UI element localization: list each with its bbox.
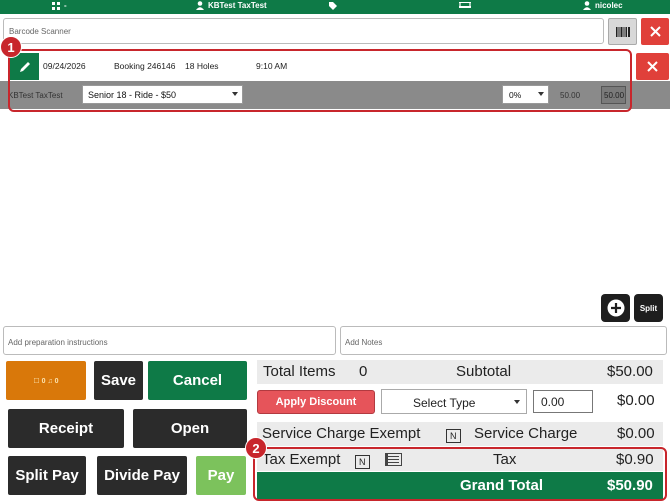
pay-button[interactable]: Pay (196, 456, 246, 495)
split-pay-button[interactable]: Split Pay (8, 456, 86, 495)
discount-amount: $0.00 (617, 392, 655, 409)
summary-row-service: Service Charge Exempt N Service Charge $… (257, 422, 663, 446)
close-icon (647, 61, 658, 72)
annotation-outline-2 (253, 447, 667, 501)
barcode-button[interactable] (608, 18, 637, 45)
close-icon (649, 26, 661, 37)
topbar-title-text: KBTest TaxTest (208, 1, 267, 10)
open-button[interactable]: Open (133, 409, 247, 448)
plus-circle-icon (607, 299, 624, 317)
topbar-left-text: - (64, 1, 67, 10)
service-charge-exempt-label: Service Charge Exempt (262, 425, 421, 442)
barcode-icon (615, 26, 630, 37)
topbar-tag[interactable] (328, 1, 337, 10)
apply-discount-button[interactable]: Apply Discount (257, 390, 375, 414)
remove-booking-button[interactable] (636, 53, 669, 80)
topbar-user-name: nicolec (595, 1, 623, 10)
total-items-value: 0 (359, 363, 368, 380)
service-exempt-flag-box: N (446, 429, 461, 443)
discount-type-value: Select Type (413, 396, 476, 410)
top-bar: - KBTest TaxTest nicolec (0, 0, 670, 14)
topbar-user[interactable]: nicolec (583, 1, 623, 10)
subtotal-label: Subtotal (456, 363, 512, 380)
annotation-badge-1: 1 (0, 36, 22, 58)
annotation-outline-1 (8, 49, 632, 112)
subtotal-value: $50.00 (607, 363, 653, 380)
tag-icon (329, 2, 337, 10)
service-charge-value: $0.00 (617, 425, 655, 442)
service-charge-exempt-flag[interactable]: N (446, 426, 461, 443)
person-icon (583, 1, 591, 10)
total-items-label: Total Items (263, 363, 336, 380)
split-button[interactable]: Split (634, 294, 663, 322)
receipt-button[interactable]: Receipt (8, 409, 124, 448)
golf-cart-icon (459, 2, 471, 8)
barcode-scanner-input[interactable]: Barcode Scanner (3, 18, 604, 44)
discount-value-input[interactable]: 0.00 (533, 390, 593, 413)
divide-pay-button[interactable]: Divide Pay (97, 456, 187, 495)
preparation-instructions-input[interactable]: Add preparation instructions (3, 326, 336, 355)
cancel-button[interactable]: Cancel (148, 361, 247, 400)
grid-icon (52, 1, 60, 10)
preset-button[interactable]: ☐ 0 ♫ 0 (6, 361, 86, 400)
save-button[interactable]: Save (94, 361, 143, 400)
summary-row-totals: Total Items 0 Subtotal $50.00 (257, 360, 663, 384)
add-item-button[interactable] (601, 294, 630, 322)
service-charge-label: Service Charge (474, 425, 578, 442)
chevron-down-icon (514, 400, 520, 404)
person-icon (196, 1, 204, 10)
annotation-badge-2: 2 (245, 437, 267, 459)
topbar-cart[interactable] (458, 1, 472, 10)
scanner-close-button[interactable] (641, 18, 669, 45)
discount-type-select[interactable]: Select Type (381, 389, 527, 414)
notes-input[interactable]: Add Notes (340, 326, 667, 355)
topbar-left[interactable]: - (52, 1, 67, 10)
topbar-user-title[interactable]: KBTest TaxTest (196, 1, 267, 10)
